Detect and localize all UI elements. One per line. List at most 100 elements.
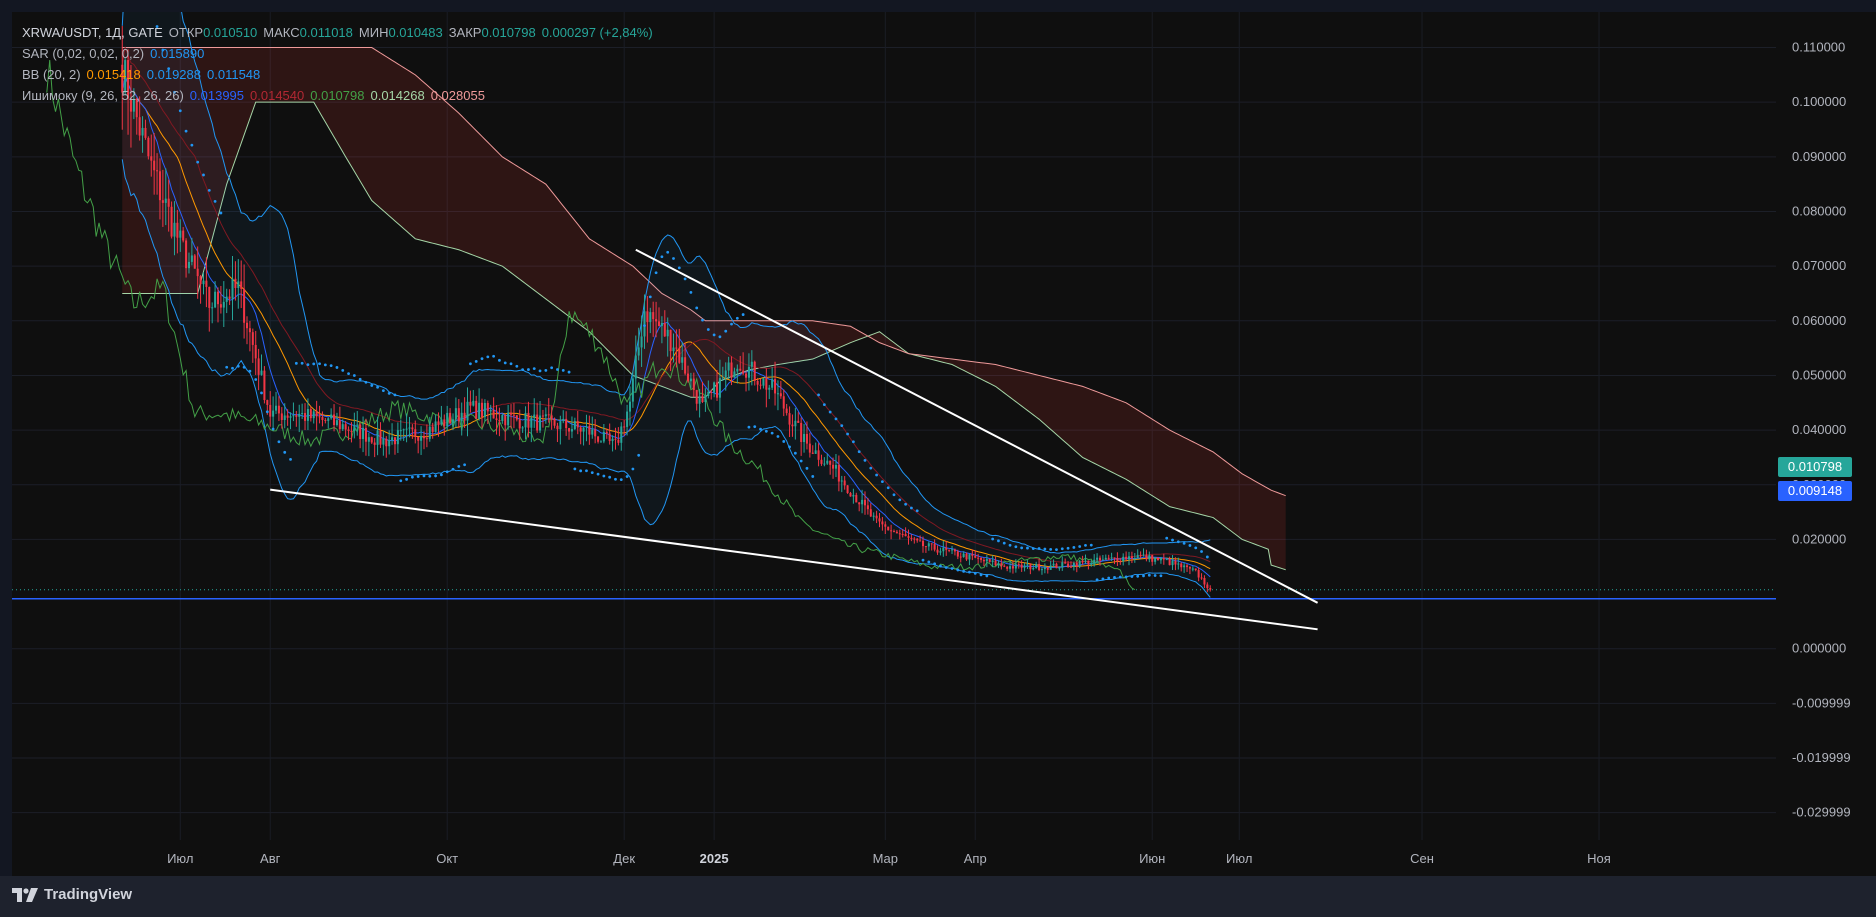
parabolic-sar-dot xyxy=(817,393,820,397)
tradingview-logo[interactable]: TradingView xyxy=(12,886,132,903)
candle-body xyxy=(570,429,573,432)
time-axis[interactable]: Июл Авг Окт Дек 2025 Мар Апр Июн Июл Сен Ноя xyxy=(12,840,1776,876)
candle-body xyxy=(341,424,344,430)
candle-body xyxy=(495,418,498,420)
candle-body xyxy=(144,127,147,138)
parabolic-sar-dot xyxy=(991,537,995,541)
price-axis[interactable]: 0.110000 0.100000 0.090000 0.080000 0.070000… xyxy=(1776,12,1876,840)
candle-body xyxy=(266,400,269,405)
candle-body xyxy=(417,436,420,441)
parabolic-sar-dot xyxy=(1089,543,1093,547)
parabolic-sar-dot xyxy=(399,479,403,483)
candlestick-chart[interactable] xyxy=(12,0,1776,840)
parabolic-sar-dot xyxy=(753,425,757,429)
parabolic-sar-dot xyxy=(358,377,362,381)
parabolic-sar-dot xyxy=(1113,576,1116,579)
parabolic-sar-dot xyxy=(283,450,287,454)
candle-body xyxy=(626,411,629,427)
parabolic-sar-dot xyxy=(701,318,704,322)
legend-symbol-row[interactable]: XRWA/USDT, 1Д, GATE ОТКР0.010510 МАКС0.0… xyxy=(22,22,653,43)
parabolic-sar-dot xyxy=(1008,543,1012,547)
candle-body xyxy=(202,280,205,285)
candle-body xyxy=(153,160,156,171)
parabolic-sar-dot xyxy=(457,465,461,468)
candle-body xyxy=(672,347,675,352)
candle-body xyxy=(173,222,176,237)
candle-body xyxy=(193,255,196,269)
candle-body xyxy=(901,534,904,536)
candle-body xyxy=(318,416,321,418)
time-tick-label: Дек xyxy=(613,851,635,866)
candle-body xyxy=(347,429,350,431)
legend-high-label: МАКС xyxy=(263,25,300,40)
candle-body xyxy=(585,425,588,428)
candle-body xyxy=(1203,577,1206,585)
candle-body xyxy=(1098,557,1102,561)
candle-body xyxy=(272,410,275,417)
last-price-tag: 0.010798 xyxy=(1778,457,1852,477)
candle-body xyxy=(681,357,684,363)
candle-body xyxy=(814,450,817,454)
parabolic-sar-dot xyxy=(509,362,513,366)
parabolic-sar-dot xyxy=(933,562,937,566)
candle-body xyxy=(739,368,742,371)
candle-body xyxy=(382,438,385,445)
candle-body xyxy=(507,412,510,426)
parabolic-sar-dot xyxy=(393,393,397,397)
candle-body xyxy=(704,396,707,403)
candle-body xyxy=(771,379,774,388)
candle-body xyxy=(643,311,646,337)
candle-body xyxy=(971,554,974,556)
candle-body xyxy=(463,412,466,421)
candle-body xyxy=(649,312,652,323)
candle-body xyxy=(1093,559,1096,563)
candle-body xyxy=(611,438,614,442)
candle-body xyxy=(1191,568,1194,570)
parabolic-sar-dot xyxy=(689,290,693,294)
parabolic-sar-dot xyxy=(1205,555,1209,559)
candle-body xyxy=(237,281,240,288)
candle-body xyxy=(211,307,214,309)
candle-body xyxy=(248,328,251,333)
candle-body xyxy=(843,480,846,486)
parabolic-sar-dot xyxy=(260,391,263,395)
legend-close: 0.010798 xyxy=(481,25,536,40)
candle-body xyxy=(805,433,808,444)
candle-body xyxy=(475,400,478,419)
candle-body xyxy=(692,378,695,391)
legend-bb-mid: 0.015418 xyxy=(86,67,141,82)
candle-body xyxy=(707,391,710,397)
candle-body xyxy=(1171,560,1174,566)
legend-open: 0.010510 xyxy=(203,25,258,40)
time-tick-label: Апр xyxy=(964,851,987,866)
legend-bb-row[interactable]: BB (20, 2) 0.015418 0.019288 0.011548 xyxy=(22,64,653,85)
candle-body xyxy=(916,538,919,541)
parabolic-sar-dot xyxy=(416,475,420,478)
parabolic-sar-dot xyxy=(1136,574,1140,578)
parabolic-sar-dot xyxy=(1176,540,1180,544)
candle-body xyxy=(861,499,864,505)
legend-sar-row[interactable]: SAR (0,02, 0,02, 0,2) 0.015890 xyxy=(22,43,653,64)
candle-body xyxy=(808,443,811,453)
legend-ichimoku-row[interactable]: Ишимоку (9, 26, 52, 26, 26) 0.013995 0.0… xyxy=(22,85,653,106)
parabolic-sar-dot xyxy=(1124,575,1128,579)
candle-body xyxy=(1148,555,1151,560)
time-tick-label: 2025 xyxy=(700,851,729,866)
candle-body xyxy=(1165,559,1168,561)
parabolic-sar-dot xyxy=(335,366,339,369)
parabolic-sar-dot xyxy=(747,425,751,429)
candle-body xyxy=(646,311,649,323)
candle-body xyxy=(411,427,414,430)
candle-body xyxy=(356,424,359,426)
candle-body xyxy=(446,412,449,427)
candle-body xyxy=(338,420,341,430)
legend-sar-label: SAR (0,02, 0,02, 0,2) xyxy=(22,46,145,61)
parabolic-sar-dot xyxy=(921,558,925,562)
candle-body xyxy=(524,412,527,428)
parabolic-sar-dot xyxy=(561,369,565,372)
candle-body xyxy=(216,291,220,305)
candle-body xyxy=(797,420,800,423)
candle-body xyxy=(434,421,437,432)
price-axis-labels: 0.110000 0.100000 0.090000 0.080000 0.070000… xyxy=(1792,40,1851,820)
chart-plot-area[interactable] xyxy=(12,0,1776,840)
